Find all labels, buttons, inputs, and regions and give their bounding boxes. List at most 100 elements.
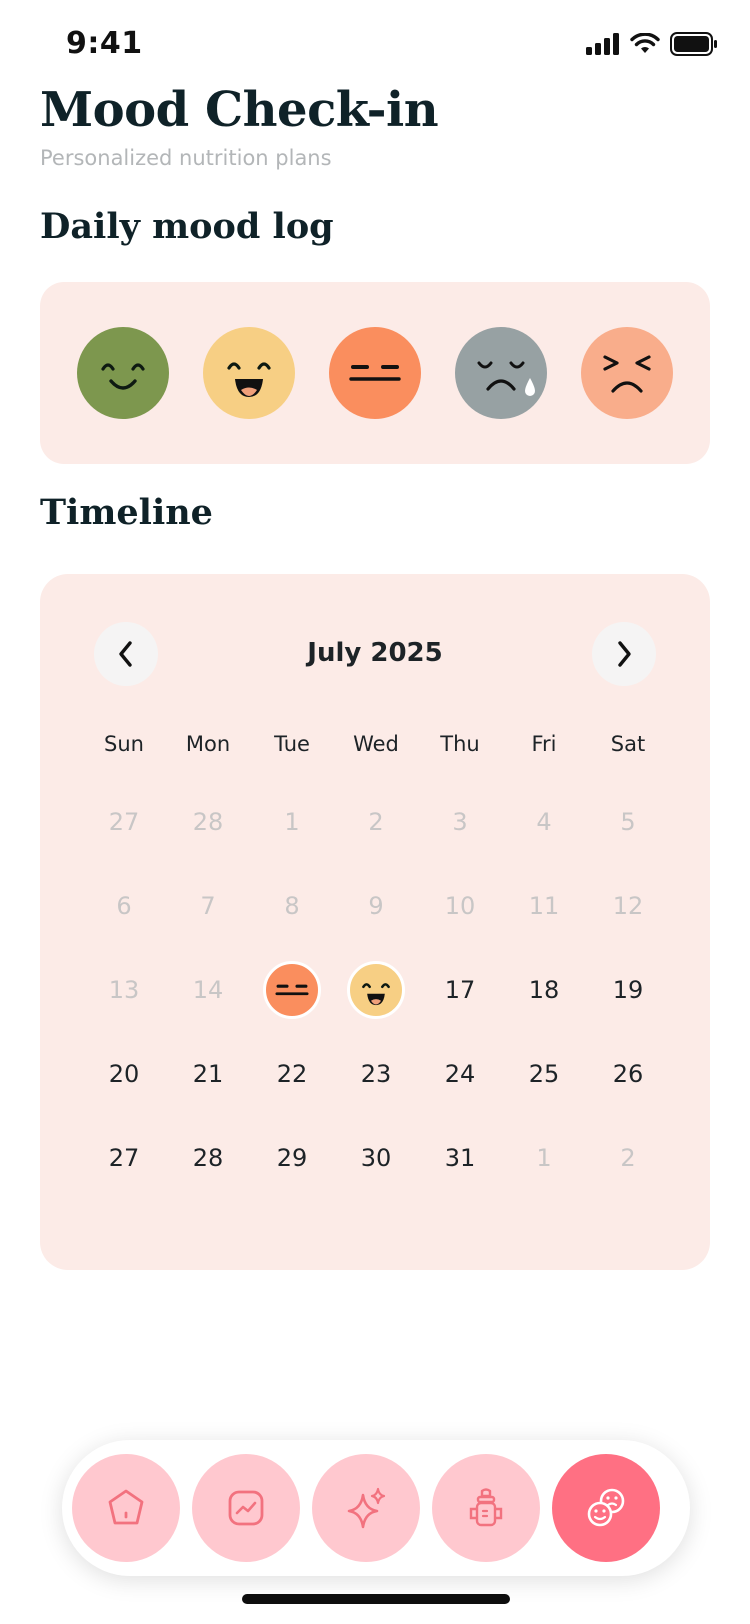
calendar-day[interactable]: 10 <box>418 864 502 948</box>
mood-neutral-button[interactable] <box>329 327 421 419</box>
calendar-day[interactable] <box>250 948 334 1032</box>
tab-sparkle[interactable] <box>312 1454 420 1562</box>
calendar-day-number: 11 <box>528 892 560 920</box>
calendar-day[interactable]: 31 <box>418 1116 502 1200</box>
calendar-day[interactable]: 4 <box>502 780 586 864</box>
page-subtitle: Personalized nutrition plans <box>40 146 332 170</box>
neutral-face-icon <box>349 365 401 381</box>
calendar-day[interactable]: 5 <box>586 780 670 864</box>
tab-baby-bottle[interactable] <box>432 1454 540 1562</box>
calendar-day-number: 12 <box>612 892 644 920</box>
weekday-label: Wed <box>353 732 399 756</box>
calendar-day-number: 24 <box>444 1060 476 1088</box>
tab-trends[interactable] <box>192 1454 300 1562</box>
calendar-day-number: 2 <box>368 808 384 836</box>
calendar-day[interactable]: 20 <box>82 1032 166 1116</box>
timeline-title: Timeline <box>40 492 213 533</box>
weekday-label: Fri <box>531 732 557 756</box>
calendar-day-number: 26 <box>612 1060 644 1088</box>
calendar-day-number: 28 <box>192 1144 224 1172</box>
status-bar: 9:41 <box>0 0 750 90</box>
calendar-day[interactable]: 23 <box>334 1032 418 1116</box>
calendar-day-number: 7 <box>200 892 216 920</box>
chart-icon <box>228 1490 264 1526</box>
calendar-day[interactable]: 6 <box>82 864 166 948</box>
wifi-icon <box>630 33 660 53</box>
mood-happy-button[interactable] <box>203 327 295 419</box>
calendar-day[interactable]: 30 <box>334 1116 418 1200</box>
calendar-day[interactable]: 22 <box>250 1032 334 1116</box>
mood-content-button[interactable] <box>77 327 169 419</box>
sparkle-icon <box>347 1487 386 1529</box>
weekday-label: Sun <box>104 732 144 756</box>
calendar-day[interactable]: 27 <box>82 1116 166 1200</box>
status-icons <box>586 32 718 56</box>
home-indicator <box>242 1594 510 1604</box>
calendar-day[interactable]: 27 <box>82 780 166 864</box>
angry-face-icon <box>603 355 651 393</box>
tab-mood[interactable] <box>552 1454 660 1562</box>
chevron-right-icon <box>618 641 631 667</box>
smiling-face-icon <box>101 363 145 390</box>
calendar-day[interactable] <box>334 948 418 1032</box>
calendar-day-number: 4 <box>536 808 552 836</box>
calendar-day[interactable]: 13 <box>82 948 166 1032</box>
calendar-day-number: 25 <box>528 1060 560 1088</box>
day-mood-happy-icon <box>347 961 405 1019</box>
calendar-day[interactable]: 2 <box>586 1116 670 1200</box>
weekday-label: Mon <box>185 732 231 756</box>
day-mood-neutral-icon <box>263 961 321 1019</box>
mood-angry-button[interactable] <box>581 327 673 419</box>
mood-options <box>77 327 673 419</box>
calendar-day-number: 28 <box>192 808 224 836</box>
calendar-day-number: 14 <box>192 976 224 1004</box>
calendar-day-number: 31 <box>444 1144 476 1172</box>
calendar-day-number: 20 <box>108 1060 140 1088</box>
calendar-day[interactable]: 2 <box>334 780 418 864</box>
calendar-day[interactable]: 21 <box>166 1032 250 1116</box>
calendar-day-number: 3 <box>452 808 468 836</box>
calendar-day[interactable]: 11 <box>502 864 586 948</box>
calendar-day-number: 23 <box>360 1060 392 1088</box>
calendar-card: July 2025 Sun Mon Tue Wed Thu Fri Sat 27… <box>40 574 710 1270</box>
calendar-day-number: 1 <box>536 1144 552 1172</box>
weekday-header: Sun Mon Tue Wed Thu Fri Sat <box>82 732 670 756</box>
next-month-button[interactable] <box>592 622 656 686</box>
calendar-day-number: 18 <box>528 976 560 1004</box>
mood-sad-button[interactable] <box>455 327 547 419</box>
calendar-day-number: 6 <box>116 892 132 920</box>
calendar-day-number: 27 <box>108 1144 140 1172</box>
home-icon <box>108 1489 144 1525</box>
weekday-label: Sat <box>610 732 646 756</box>
calendar-day[interactable]: 19 <box>586 948 670 1032</box>
baby-bottle-icon <box>469 1488 503 1527</box>
calendar-day[interactable]: 12 <box>586 864 670 948</box>
grinning-face-icon <box>227 362 271 397</box>
calendar-day-number: 21 <box>192 1060 224 1088</box>
calendar-day[interactable]: 1 <box>502 1116 586 1200</box>
calendar-day[interactable]: 28 <box>166 1116 250 1200</box>
calendar-day[interactable]: 17 <box>418 948 502 1032</box>
calendar-day[interactable]: 24 <box>418 1032 502 1116</box>
calendar-day[interactable]: 26 <box>586 1032 670 1116</box>
signal-icon <box>586 33 619 55</box>
calendar-day[interactable]: 9 <box>334 864 418 948</box>
calendar-day-number: 10 <box>444 892 476 920</box>
calendar-day[interactable]: 3 <box>418 780 502 864</box>
calendar-day[interactable]: 29 <box>250 1116 334 1200</box>
tab-home[interactable] <box>72 1454 180 1562</box>
calendar-day[interactable]: 18 <box>502 948 586 1032</box>
calendar-day-number: 29 <box>276 1144 308 1172</box>
calendar-day[interactable]: 8 <box>250 864 334 948</box>
calendar-days-grid: 27 28 1 2 3 4 5 6 7 8 9 10 11 12 13 14 17 18 19 20 21 22 23 24 2… <box>82 780 670 1200</box>
calendar-day[interactable]: 1 <box>250 780 334 864</box>
calendar-day-number: 17 <box>444 976 476 1004</box>
weekday-label: Tue <box>274 732 310 756</box>
calendar-day[interactable]: 25 <box>502 1032 586 1116</box>
calendar-day[interactable]: 14 <box>166 948 250 1032</box>
mood-log-card <box>40 282 710 464</box>
calendar-day[interactable]: 7 <box>166 864 250 948</box>
calendar-day-number: 5 <box>620 808 636 836</box>
calendar-day[interactable]: 28 <box>166 780 250 864</box>
calendar-day-number: 27 <box>108 808 140 836</box>
